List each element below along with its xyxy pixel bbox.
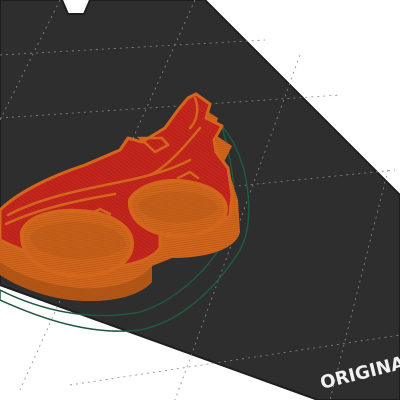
3d-preview-viewport[interactable]: ORIGINA [0, 0, 400, 400]
slicer-canvas[interactable]: ORIGINA [0, 0, 400, 400]
